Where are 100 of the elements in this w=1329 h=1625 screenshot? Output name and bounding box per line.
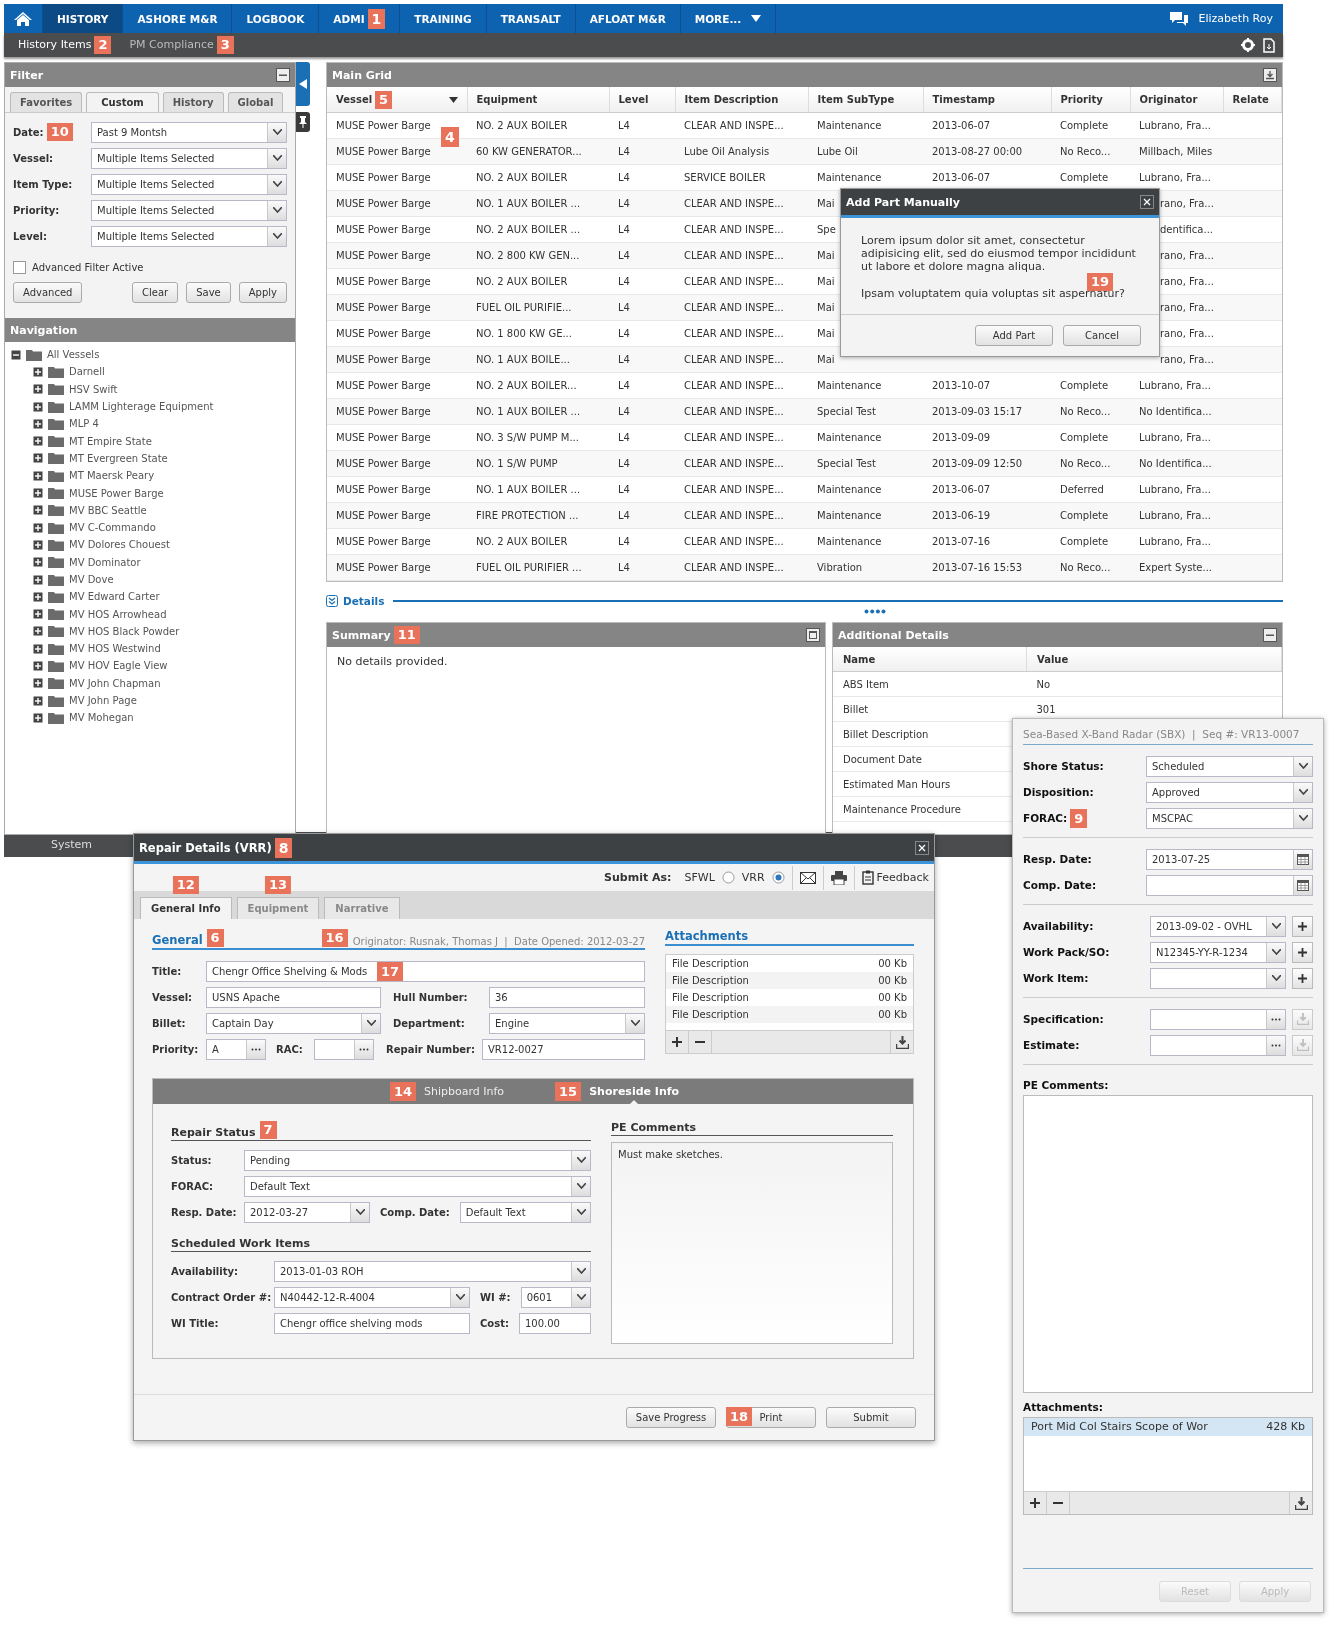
column-header[interactable]: Relate (1223, 87, 1282, 113)
email-icon[interactable] (799, 871, 816, 884)
tree-item[interactable]: MV Mohegan (11, 709, 289, 727)
expand-icon[interactable] (33, 661, 43, 671)
column-header[interactable]: Item SubType (808, 87, 923, 113)
lookup-field[interactable] (1150, 1034, 1286, 1056)
minimize-icon[interactable] (1263, 628, 1277, 642)
radio-button[interactable] (721, 871, 735, 884)
filter-tab[interactable]: Global (227, 92, 284, 112)
collapse-handle[interactable] (296, 62, 310, 106)
filter-button[interactable]: Apply (238, 282, 287, 303)
info-tab[interactable]: Shoreside Info (589, 1085, 680, 1098)
text-field[interactable]: Chengr office shelving mods (274, 1312, 470, 1334)
tree-item[interactable]: MV HOS Black Powder (11, 622, 289, 641)
column-header[interactable]: Value (1026, 647, 1282, 672)
add-button[interactable] (1292, 915, 1313, 937)
tree-item[interactable]: MV HOS Arrowhead (11, 605, 289, 623)
tree-item[interactable]: MT Empire State (11, 432, 289, 450)
dropdown-field[interactable]: MSCPAC (1146, 807, 1313, 829)
lookup-field[interactable] (1150, 1008, 1286, 1030)
dropdown-field[interactable]: 2013-01-03 ROH (274, 1260, 591, 1282)
column-header[interactable]: Vessel 5 (327, 87, 467, 113)
dropdown-field[interactable]: 2013-09-02 - OVHL (1150, 915, 1286, 937)
dropdown-field[interactable]: Multiple Items Selected (91, 199, 287, 221)
expand-icon[interactable] (33, 539, 43, 550)
filter-tab[interactable]: Favorites (10, 92, 83, 112)
chat-icon[interactable] (1168, 10, 1189, 27)
file-name[interactable]: File Description (672, 955, 749, 972)
column-header[interactable]: Level (609, 87, 675, 113)
expand-icon[interactable] (33, 436, 43, 447)
expand-icon[interactable] (33, 522, 43, 533)
tree-item[interactable]: MV HOV Eagle View (11, 657, 289, 675)
resize-grip-icon[interactable] (863, 609, 886, 614)
collapse-icon[interactable] (11, 349, 21, 360)
tree-item[interactable]: MV BBC Seattle (11, 501, 289, 519)
tree-item[interactable]: MUSE Power Barge (11, 484, 289, 502)
dropdown-field[interactable]: Pending (244, 1149, 591, 1171)
tree-item[interactable]: MT Maersk Peary (11, 467, 289, 485)
collapse-down-icon[interactable] (326, 595, 338, 607)
minimize-icon[interactable] (276, 68, 290, 82)
info-tab[interactable]: Shipboard Info (424, 1085, 505, 1098)
lookup-field[interactable] (314, 1038, 374, 1060)
column-header[interactable]: Name (833, 647, 1027, 672)
dropdown-field[interactable]: Multiple Items Selected (91, 173, 287, 195)
print-icon[interactable] (830, 870, 847, 885)
expand-icon[interactable] (33, 470, 43, 481)
tree-item[interactable]: MV HOS Westwind (11, 640, 289, 658)
dropdown-field[interactable]: Multiple Items Selected (91, 225, 287, 247)
add-button[interactable] (1292, 941, 1313, 963)
comments-field[interactable]: Must make sketches. (611, 1142, 893, 1344)
column-header[interactable]: Item Description (675, 87, 808, 113)
comments-field[interactable] (1023, 1095, 1313, 1393)
column-header[interactable]: Priority (1051, 87, 1130, 113)
expand-icon[interactable] (33, 488, 43, 498)
expand-icon[interactable] (33, 401, 43, 412)
tree-item[interactable]: HSV Swift (11, 380, 289, 398)
filter-button[interactable]: Save (186, 282, 231, 303)
maximize-icon[interactable] (806, 628, 820, 642)
close-icon[interactable] (915, 840, 929, 855)
dropdown-field[interactable]: Default Text (244, 1175, 591, 1197)
lookup-field[interactable]: A (206, 1038, 266, 1060)
dropdown-field[interactable]: Multiple Items Selected (91, 147, 287, 169)
expand-icon[interactable] (33, 505, 43, 516)
tree-item[interactable]: Darnell (11, 363, 289, 381)
export-icon[interactable] (1263, 68, 1277, 82)
form-button[interactable]: Submit (826, 1407, 916, 1428)
feedback-button[interactable]: Feedback (861, 870, 929, 885)
tree-item[interactable]: MV Dove (11, 570, 289, 589)
filter-button[interactable]: Clear (132, 282, 179, 303)
tree-item[interactable]: MV John Chapman (11, 674, 289, 692)
text-field[interactable]: VR12-0027 (482, 1038, 645, 1060)
expand-icon[interactable] (33, 418, 43, 429)
dropdown-field[interactable]: Engine (489, 1012, 645, 1034)
sort-caret-icon[interactable] (448, 97, 458, 103)
tree-item[interactable]: MLP 4 (11, 415, 289, 433)
text-field[interactable]: USNS Apache (206, 986, 381, 1008)
expand-icon[interactable] (33, 591, 43, 602)
dialog-button[interactable]: Add Part (975, 325, 1053, 346)
text-field[interactable]: 36 (489, 986, 645, 1008)
add-button[interactable] (1292, 967, 1313, 989)
column-header[interactable]: Timestamp (923, 87, 1051, 113)
date-field[interactable] (1146, 874, 1313, 896)
expand-icon[interactable] (33, 678, 43, 689)
dropdown-field[interactable] (1150, 967, 1286, 989)
file-name[interactable]: File Description (672, 1006, 749, 1023)
form-button[interactable]: 18 Print (726, 1407, 816, 1428)
tree-item[interactable]: MV John Page (11, 691, 289, 710)
dialog-button[interactable]: Cancel (1063, 325, 1141, 346)
dropdown-field[interactable]: Captain Day (206, 1012, 381, 1034)
checkbox[interactable] (13, 261, 26, 274)
dropdown-field[interactable]: N12345-YY-R-1234 (1150, 941, 1286, 963)
sub-nav-link[interactable]: PM Compliance 3 (129, 36, 234, 54)
file-name[interactable]: File Description (672, 972, 749, 989)
expand-icon[interactable] (33, 384, 43, 395)
filter-button[interactable]: Advanced (13, 282, 83, 303)
tree-item[interactable]: MV Edward Carter (11, 588, 289, 606)
settings-icon[interactable] (1241, 38, 1255, 52)
column-header[interactable]: Equipment (467, 87, 609, 113)
user-name[interactable]: Elizabeth Roy (1198, 12, 1273, 25)
pin-button[interactable] (296, 112, 310, 132)
